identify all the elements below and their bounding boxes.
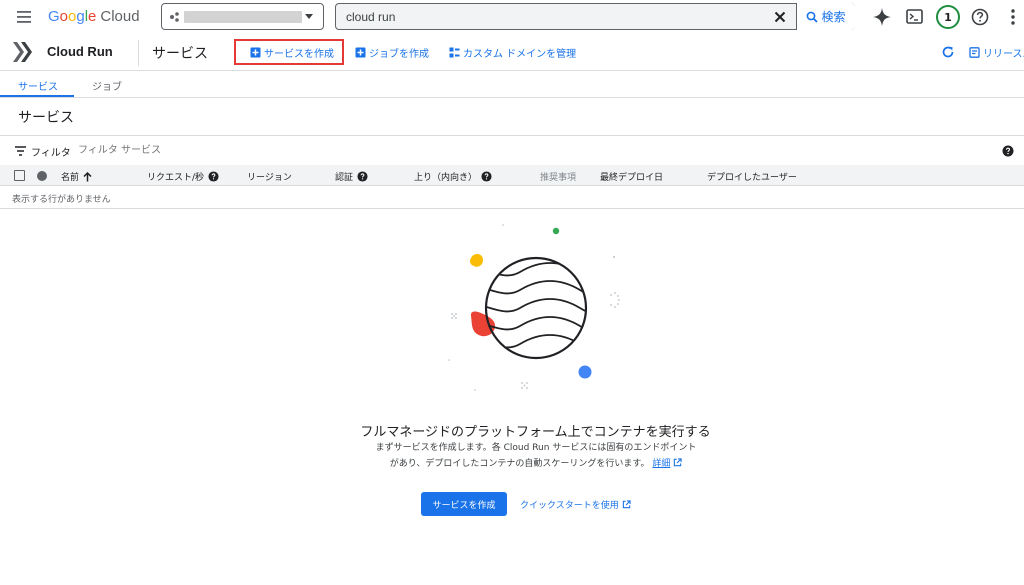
add-box-icon: [355, 47, 366, 58]
divider: [0, 135, 1024, 136]
google-cloud-logo[interactable]: Google Cloud: [48, 8, 140, 25]
gemini-sparkle-icon[interactable]: [871, 6, 893, 28]
column-last-deployed[interactable]: 最終デプロイ日: [600, 170, 663, 183]
divider: [0, 97, 1024, 98]
domain-icon: [449, 47, 460, 58]
empty-state-description: まずサービスを作成します。各 Cloud Run サービスには固有のエンドポイン…: [375, 443, 697, 453]
release-notes-button[interactable]: リリース...: [969, 45, 1024, 60]
project-name-redacted: [184, 11, 302, 23]
help-icon[interactable]: [208, 171, 219, 182]
column-label: 名前: [61, 173, 80, 183]
help-icon[interactable]: [481, 171, 492, 182]
clear-search-icon[interactable]: [772, 9, 788, 25]
help-icon[interactable]: [969, 6, 991, 28]
product-title: Cloud Run: [47, 44, 113, 59]
open-in-new-icon: [622, 500, 631, 509]
select-all-checkbox[interactable]: [14, 170, 25, 181]
create-service-label: サービスを作成: [264, 49, 334, 60]
column-display-help-icon[interactable]: [1002, 145, 1014, 157]
divider: [0, 208, 1024, 209]
column-authentication[interactable]: 認証: [335, 170, 368, 183]
search-button-label: 検索: [821, 10, 846, 24]
cloud-run-logo-icon: [12, 41, 38, 63]
manage-domains-label: カスタム ドメインを管理: [463, 49, 577, 60]
sort-ascending-icon: [83, 171, 92, 181]
product-toolbar: Cloud Run サービス サービスを作成 ジョブを作成 カスタム ドメインを…: [0, 34, 1024, 71]
page-title: サービス: [152, 46, 208, 62]
refresh-icon[interactable]: [941, 45, 955, 59]
column-label: デプロイしたユーザー: [707, 173, 797, 183]
empty-state-description-line2: があり、デプロイしたコンテナの自動スケーリングを行います。 詳細: [300, 456, 772, 469]
column-label: リージョン: [247, 173, 292, 183]
column-name[interactable]: 名前: [61, 170, 92, 183]
create-service-button[interactable]: サービスを作成: [250, 45, 334, 60]
search-button[interactable]: 検索: [796, 3, 855, 30]
project-icon: [170, 12, 179, 22]
tab-services[interactable]: サービス: [18, 78, 58, 93]
column-recommendations[interactable]: 推奨事項: [540, 170, 576, 183]
add-box-icon: [250, 47, 261, 58]
column-region[interactable]: リージョン: [247, 170, 292, 183]
release-notes-icon: [969, 47, 980, 58]
column-label: リクエスト/秒: [147, 173, 205, 183]
manage-custom-domains-button[interactable]: カスタム ドメインを管理: [449, 45, 576, 60]
project-selector[interactable]: [161, 3, 324, 30]
details-link[interactable]: 詳細: [652, 459, 670, 469]
column-label: 推奨事項: [540, 173, 577, 183]
create-job-label: ジョブを作成: [369, 49, 429, 60]
divider: [138, 40, 139, 66]
filter-label[interactable]: フィルタ: [31, 144, 71, 159]
help-icon[interactable]: [357, 171, 368, 182]
search-input[interactable]: [346, 8, 766, 26]
column-requests-per-sec[interactable]: リクエスト/秒: [147, 170, 219, 183]
column-deployed-by[interactable]: デプロイしたユーザー: [707, 170, 797, 183]
quickstart-link[interactable]: クイックスタートを使用: [520, 498, 631, 511]
status-column-icon: [37, 171, 47, 181]
open-in-new-icon: [674, 458, 682, 467]
quickstart-label: クイックスタートを使用: [520, 501, 619, 511]
hamburger-menu-icon[interactable]: [14, 8, 36, 26]
dropdown-arrow-icon: [305, 14, 313, 19]
tab-jobs[interactable]: ジョブ: [92, 78, 122, 93]
column-label: 上り（内向き）: [414, 173, 478, 183]
empty-state-title: フルマネージドのプラットフォーム上でコンテナを実行する: [360, 425, 711, 440]
description-text: があり、デプロイしたコンテナの自動スケーリングを行います。: [389, 459, 650, 469]
more-vert-icon[interactable]: [1002, 6, 1024, 28]
column-label: 認証: [335, 173, 354, 183]
column-ingress[interactable]: 上り（内向き）: [414, 170, 492, 183]
notifications-badge[interactable]: 1: [936, 5, 960, 29]
create-job-button[interactable]: ジョブを作成: [355, 45, 429, 60]
cloud-shell-terminal-icon[interactable]: [904, 6, 926, 28]
release-notes-label: リリース...: [983, 49, 1024, 60]
filter-input[interactable]: [78, 143, 378, 157]
section-title: サービス: [18, 110, 74, 126]
column-label: 最終デプロイ日: [600, 173, 664, 183]
empty-table-message: 表示する行がありません: [12, 195, 111, 205]
filter-icon[interactable]: [15, 146, 26, 156]
globe-illustration: [440, 220, 620, 400]
search-icon: [807, 11, 819, 23]
create-service-primary-button[interactable]: サービスを作成: [421, 492, 507, 516]
top-bar: GoogleCloud 検索 1: [0, 0, 1024, 34]
search-bar: 検索: [335, 3, 855, 30]
